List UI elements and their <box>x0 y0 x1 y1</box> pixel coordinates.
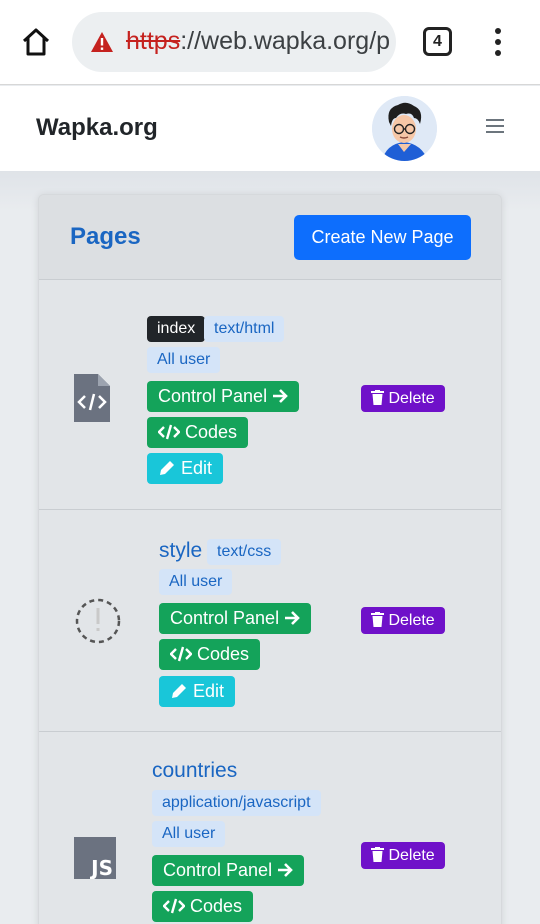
codes-button[interactable]: Codes <box>159 639 261 670</box>
codes-label: Codes <box>185 422 238 442</box>
control-panel-label: Control Panel <box>158 386 268 406</box>
address-bar[interactable]: https://web.wapka.org/p <box>72 12 396 72</box>
codes-label: Codes <box>197 644 250 664</box>
pencil-icon <box>160 460 174 475</box>
codes-button[interactable]: Codes <box>147 417 249 448</box>
url-path: ://web.wapka.org/p <box>180 27 391 55</box>
site-navbar: Wapka.org <box>0 86 540 171</box>
edit-button[interactable]: Edit <box>147 453 224 484</box>
trash-icon <box>371 846 384 862</box>
warning-triangle-icon <box>91 32 113 52</box>
delete-button[interactable]: Delete <box>361 385 445 412</box>
control-panel-label: Control Panel <box>163 860 273 880</box>
page-name[interactable]: style <box>159 539 202 563</box>
arrow-right-icon <box>285 610 300 625</box>
browser-toolbar: https://web.wapka.org/p 4 <box>0 0 540 85</box>
edit-button[interactable]: Edit <box>159 676 236 707</box>
control-panel-label: Control Panel <box>170 608 280 628</box>
delete-label: Delete <box>388 847 435 864</box>
page-row: index text/html All user Control Panel C… <box>39 281 501 510</box>
trash-icon <box>371 389 384 405</box>
access-badge: All user <box>159 569 233 595</box>
delete-button[interactable]: Delete <box>361 842 445 869</box>
js-file-icon: JS <box>74 837 116 879</box>
trash-icon <box>371 611 384 627</box>
mime-type-badge: text/html <box>204 316 285 342</box>
url-text: https://web.wapka.org/p <box>126 27 390 56</box>
page-row: JS countries application/javascript All … <box>39 732 501 924</box>
arrow-right-icon <box>278 862 293 877</box>
code-icon <box>157 424 181 440</box>
avatar-image <box>372 96 437 161</box>
card-header: Pages Create New Page <box>39 195 501 280</box>
html-file-icon <box>74 374 110 422</box>
vertical-dots-icon[interactable] <box>486 26 510 58</box>
url-protocol: https <box>126 27 181 55</box>
delete-label: Delete <box>388 390 435 407</box>
code-icon <box>162 898 186 914</box>
svg-text:JS: JS <box>89 856 113 879</box>
pages-card: Pages Create New Page index text/html Al… <box>38 194 502 924</box>
card-title: Pages <box>70 223 141 250</box>
avatar[interactable] <box>372 96 437 161</box>
access-badge: All user <box>152 821 226 847</box>
codes-button[interactable]: Codes <box>152 891 254 922</box>
page-name[interactable]: countries <box>152 759 237 783</box>
control-panel-button[interactable]: Control Panel <box>152 855 305 886</box>
codes-label: Codes <box>190 896 243 916</box>
page-row: style text/css All user Control Panel Co… <box>39 510 501 732</box>
code-icon <box>169 646 193 662</box>
arrow-right-icon <box>273 388 288 403</box>
pencil-icon <box>172 683 186 698</box>
edit-label: Edit <box>181 458 213 478</box>
delete-button[interactable]: Delete <box>361 607 445 634</box>
mime-type-badge: text/css <box>207 539 282 565</box>
page-label-badge: index <box>147 316 206 342</box>
create-new-page-button[interactable]: Create New Page <box>294 215 471 260</box>
missing-image-icon <box>75 598 121 644</box>
delete-label: Delete <box>388 612 435 629</box>
access-badge: All user <box>147 347 221 373</box>
brand-logo[interactable]: Wapka.org <box>36 114 158 142</box>
control-panel-button[interactable]: Control Panel <box>147 381 300 412</box>
tab-switcher-button[interactable]: 4 <box>423 27 452 56</box>
hamburger-icon[interactable] <box>486 119 504 133</box>
mime-type-badge: application/javascript <box>152 790 321 816</box>
home-icon[interactable] <box>20 26 52 58</box>
edit-label: Edit <box>193 681 225 701</box>
control-panel-button[interactable]: Control Panel <box>159 603 312 634</box>
